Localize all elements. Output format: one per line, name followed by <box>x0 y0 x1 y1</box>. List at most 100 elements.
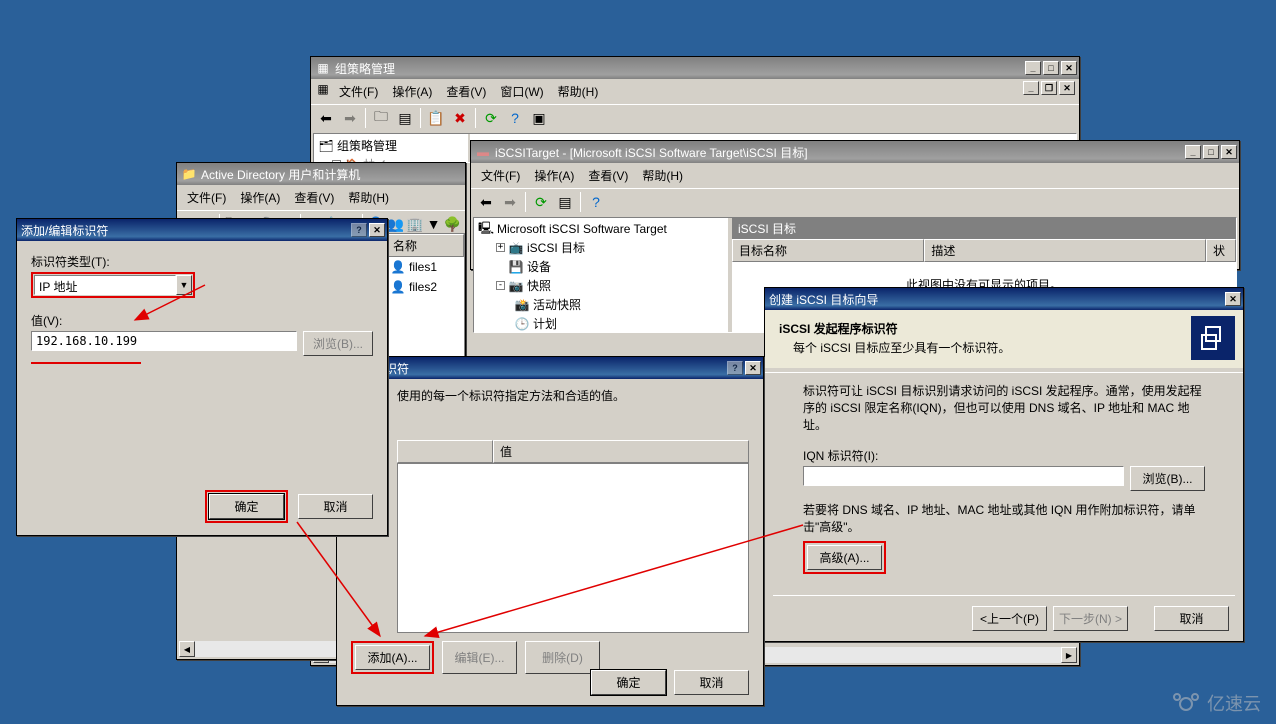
new-ou-icon[interactable]: 🏢 <box>406 213 423 235</box>
menu-help[interactable]: 帮助(H) <box>552 81 605 102</box>
cancel-button[interactable]: 取消 <box>674 670 749 695</box>
tree-active[interactable]: 📸活动快照 <box>478 295 724 314</box>
close-button[interactable]: ✕ <box>1221 145 1237 159</box>
back-button[interactable]: <上一个(P) <box>972 606 1047 631</box>
wizard-header: iSCSI 发起程序标识符 <box>779 320 1229 337</box>
ids-body: 使用的每一个标识符指定方法和合适的值。 <box>351 387 749 404</box>
add-titlebar[interactable]: 添加/编辑标识符 ? ✕ <box>17 219 387 241</box>
menu-action[interactable]: 操作(A) <box>386 81 438 102</box>
col-method[interactable] <box>397 440 493 463</box>
menu-file[interactable]: 文件(F) <box>333 81 384 102</box>
close-button[interactable]: ✕ <box>369 223 385 237</box>
col-target-name[interactable]: 目标名称 <box>732 239 924 262</box>
iscsi-toolbar: ⬅ ➡ ⟳ ▤ ? <box>471 188 1239 215</box>
delete-button[interactable]: 删除(D) <box>525 641 600 674</box>
col-value[interactable]: 值 <box>493 440 749 463</box>
tree-icon[interactable]: 🗀 <box>370 107 392 129</box>
edit-button[interactable]: 编辑(E)... <box>442 641 517 674</box>
type-dropdown[interactable]: IP 地址 ▼ <box>34 275 192 295</box>
help-button[interactable]: ? <box>351 223 367 237</box>
props-icon[interactable]: ▣ <box>528 107 550 129</box>
refresh-icon[interactable]: ⟳ <box>530 191 552 213</box>
value-label: 值(V): <box>31 312 373 329</box>
watermark: 亿速云 <box>1173 690 1261 716</box>
gp-menubar: ▦ 文件(F) 操作(A) 查看(V) 窗口(W) 帮助(H) _ ❐ ✕ <box>311 79 1079 104</box>
menu-view[interactable]: 查看(V) <box>440 81 492 102</box>
forward-icon[interactable]: ➡ <box>499 191 521 213</box>
iscsi-titlebar[interactable]: ▬iSCSITarget - [Microsoft iSCSI Software… <box>471 141 1239 163</box>
help-button[interactable]: ? <box>727 361 743 375</box>
col-status[interactable]: 状 <box>1206 239 1236 262</box>
gp-titlebar[interactable]: ▦组策略管理 _ □ ✕ <box>311 57 1079 79</box>
file-item-1[interactable]: 👤files1 <box>386 257 464 277</box>
wizard-titlebar[interactable]: 创建 iSCSI 目标向导 ✕ <box>765 288 1243 310</box>
menu-action[interactable]: 操作(A) <box>234 187 286 208</box>
maximize-button[interactable]: □ <box>1043 61 1059 75</box>
gp-tree-root[interactable]: 🗂组策略管理 <box>318 136 464 155</box>
mdi-restore[interactable]: ❐ <box>1041 81 1057 95</box>
browse-button[interactable]: 浏览(B)... <box>303 331 373 356</box>
refresh-icon[interactable]: ⟳ <box>480 107 502 129</box>
minimize-button[interactable]: _ <box>1025 61 1041 75</box>
props-icon[interactable]: ▤ <box>554 191 576 213</box>
tree-root[interactable]: 🖳Microsoft iSCSI Software Target <box>478 220 724 238</box>
iscsi-icon: ▬ <box>475 144 491 160</box>
clock-icon: 🕒 <box>514 316 530 332</box>
col-name[interactable]: 名称 <box>386 234 464 257</box>
menu-view[interactable]: 查看(V) <box>582 165 634 186</box>
ok-button[interactable]: 确定 <box>209 494 284 519</box>
tree-icon[interactable]: 🌳 <box>444 213 461 235</box>
menu-file[interactable]: 文件(F) <box>475 165 526 186</box>
browse-button[interactable]: 浏览(B)... <box>1130 466 1205 491</box>
scroll-left-icon[interactable]: ◀ <box>179 641 195 657</box>
copy-icon[interactable]: 📋 <box>425 107 447 129</box>
maximize-button[interactable]: □ <box>1203 145 1219 159</box>
menu-help[interactable]: 帮助(H) <box>636 165 689 186</box>
value-input[interactable] <box>31 331 297 351</box>
menu-action[interactable]: 操作(A) <box>528 165 580 186</box>
ids-listbox[interactable] <box>397 463 749 633</box>
gp-root-icon: 🗂 <box>318 138 334 154</box>
tree-snapshots[interactable]: -📷快照 <box>478 276 724 295</box>
list-icon[interactable]: ▤ <box>394 107 416 129</box>
close-button[interactable]: ✕ <box>1061 61 1077 75</box>
cancel-button[interactable]: 取消 <box>298 494 373 519</box>
user-icon: 👤 <box>390 279 406 295</box>
minimize-button[interactable]: _ <box>1185 145 1201 159</box>
forward-icon[interactable]: ➡ <box>339 107 361 129</box>
collapse-icon[interactable]: - <box>496 281 505 290</box>
filter-icon[interactable]: ▼ <box>426 213 442 235</box>
next-button[interactable]: 下一步(N) > <box>1053 606 1128 631</box>
new-group-icon[interactable]: 👥 <box>387 213 404 235</box>
help-icon[interactable]: ? <box>585 191 607 213</box>
iscsi-title: iSCSITarget - [Microsoft iSCSI Software … <box>495 144 808 161</box>
close-button[interactable]: ✕ <box>745 361 761 375</box>
mdi-minimize[interactable]: _ <box>1023 81 1039 95</box>
ad-titlebar[interactable]: 📁Active Directory 用户和计算机 <box>177 163 465 185</box>
advanced-button[interactable]: 高级(A)... <box>807 545 882 570</box>
add-button[interactable]: 添加(A)... <box>355 645 430 670</box>
identifiers-dialog: 识符 ? ✕ 使用的每一个标识符指定方法和合适的值。 (I): 值 添加(A).… <box>336 356 764 706</box>
cancel-button[interactable]: 取消 <box>1154 606 1229 631</box>
back-icon[interactable]: ⬅ <box>475 191 497 213</box>
menu-window[interactable]: 窗口(W) <box>494 81 549 102</box>
tree-plans[interactable]: 🕒计划 <box>478 314 724 332</box>
delete-icon[interactable]: ✖ <box>449 107 471 129</box>
tree-devices[interactable]: 💾设备 <box>478 257 724 276</box>
ok-button[interactable]: 确定 <box>591 670 666 695</box>
scroll-right-icon[interactable]: ▶ <box>1061 647 1077 663</box>
menu-help[interactable]: 帮助(H) <box>342 187 395 208</box>
mdi-close[interactable]: ✕ <box>1059 81 1075 95</box>
close-button[interactable]: ✕ <box>1225 292 1241 306</box>
tree-targets[interactable]: +📺iSCSI 目标 <box>478 238 724 257</box>
menu-view[interactable]: 查看(V) <box>288 187 340 208</box>
expand-icon[interactable]: + <box>496 243 505 252</box>
help-icon[interactable]: ? <box>504 107 526 129</box>
iqn-input[interactable] <box>803 466 1124 486</box>
file-item-2[interactable]: 👤files2 <box>386 277 464 297</box>
chevron-down-icon[interactable]: ▼ <box>176 275 192 295</box>
menu-file[interactable]: 文件(F) <box>181 187 232 208</box>
back-icon[interactable]: ⬅ <box>315 107 337 129</box>
col-desc[interactable]: 描述 <box>924 239 1206 262</box>
ids-titlebar[interactable]: 识符 ? ✕ <box>337 357 763 379</box>
